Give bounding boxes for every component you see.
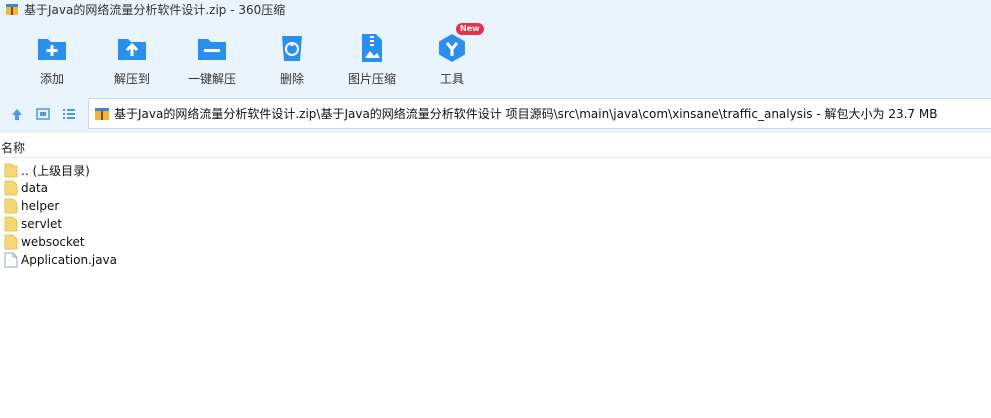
list-item[interactable]: servlet	[0, 215, 991, 233]
title-bar: 基于Java的网络流量分析软件设计.zip - 360压缩	[0, 0, 991, 18]
folder-icon	[4, 216, 18, 232]
folder-icon	[4, 162, 18, 178]
list-item[interactable]: websocket	[0, 233, 991, 251]
extract-to-label: 解压到	[113, 72, 150, 86]
one-click-extract-icon	[196, 32, 228, 64]
tools-label: 工具	[439, 72, 464, 86]
list-item[interactable]: helper	[0, 197, 991, 215]
archive-icon	[94, 106, 110, 122]
list-item-label: .. (上级目录)	[21, 163, 90, 178]
archive-icon	[5, 2, 19, 16]
list-item-label: servlet	[21, 217, 63, 231]
list-item-label: Application.java	[21, 253, 118, 267]
address-path: 基于Java的网络流量分析软件设计.zip\基于Java的网络流量分析软件设计 …	[114, 107, 938, 121]
thumbnail-view-icon[interactable]	[34, 105, 52, 123]
new-badge: New	[456, 23, 484, 35]
image-compress-icon	[356, 32, 388, 64]
image-compress-button[interactable]: 图片压缩	[332, 18, 412, 94]
delete-label: 删除	[279, 72, 304, 86]
name-column-header[interactable]: 名称	[1, 139, 25, 156]
list-item[interactable]: Application.java	[0, 251, 991, 269]
delete-button[interactable]: 删除	[252, 18, 332, 94]
list-item-parent[interactable]: .. (上级目录)	[0, 161, 991, 179]
one-click-extract-button[interactable]: 一键解压	[172, 18, 252, 94]
tools-button[interactable]: New 工具	[412, 18, 492, 94]
extract-to-icon	[116, 32, 148, 64]
up-arrow-icon[interactable]	[8, 105, 26, 123]
list-item[interactable]: data	[0, 179, 991, 197]
one-click-extract-label: 一键解压	[187, 72, 236, 86]
folder-icon	[4, 180, 18, 196]
toolbar: 添加 解压到 一键解压 删除 图片压缩 New 工具	[0, 18, 991, 94]
window-title: 基于Java的网络流量分析软件设计.zip - 360压缩	[24, 2, 286, 17]
file-icon	[4, 252, 18, 268]
add-button[interactable]: 添加	[12, 18, 92, 94]
add-label: 添加	[39, 72, 64, 86]
navigation-bar: 基于Java的网络流量分析软件设计.zip\基于Java的网络流量分析软件设计 …	[0, 94, 991, 133]
list-view-icon[interactable]	[60, 105, 78, 123]
address-bar[interactable]: 基于Java的网络流量分析软件设计.zip\基于Java的网络流量分析软件设计 …	[88, 98, 991, 129]
add-icon	[36, 32, 68, 64]
folder-icon	[4, 234, 18, 250]
list-item-label: websocket	[21, 235, 85, 249]
tools-icon	[436, 32, 468, 64]
delete-icon	[276, 32, 308, 64]
folder-icon	[4, 198, 18, 214]
column-header: 名称	[0, 138, 991, 158]
list-item-label: data	[21, 181, 49, 195]
file-list: .. (上级目录) data helper servlet websocket …	[0, 161, 991, 269]
image-compress-label: 图片压缩	[347, 72, 396, 86]
list-item-label: helper	[21, 199, 60, 213]
extract-to-button[interactable]: 解压到	[92, 18, 172, 94]
